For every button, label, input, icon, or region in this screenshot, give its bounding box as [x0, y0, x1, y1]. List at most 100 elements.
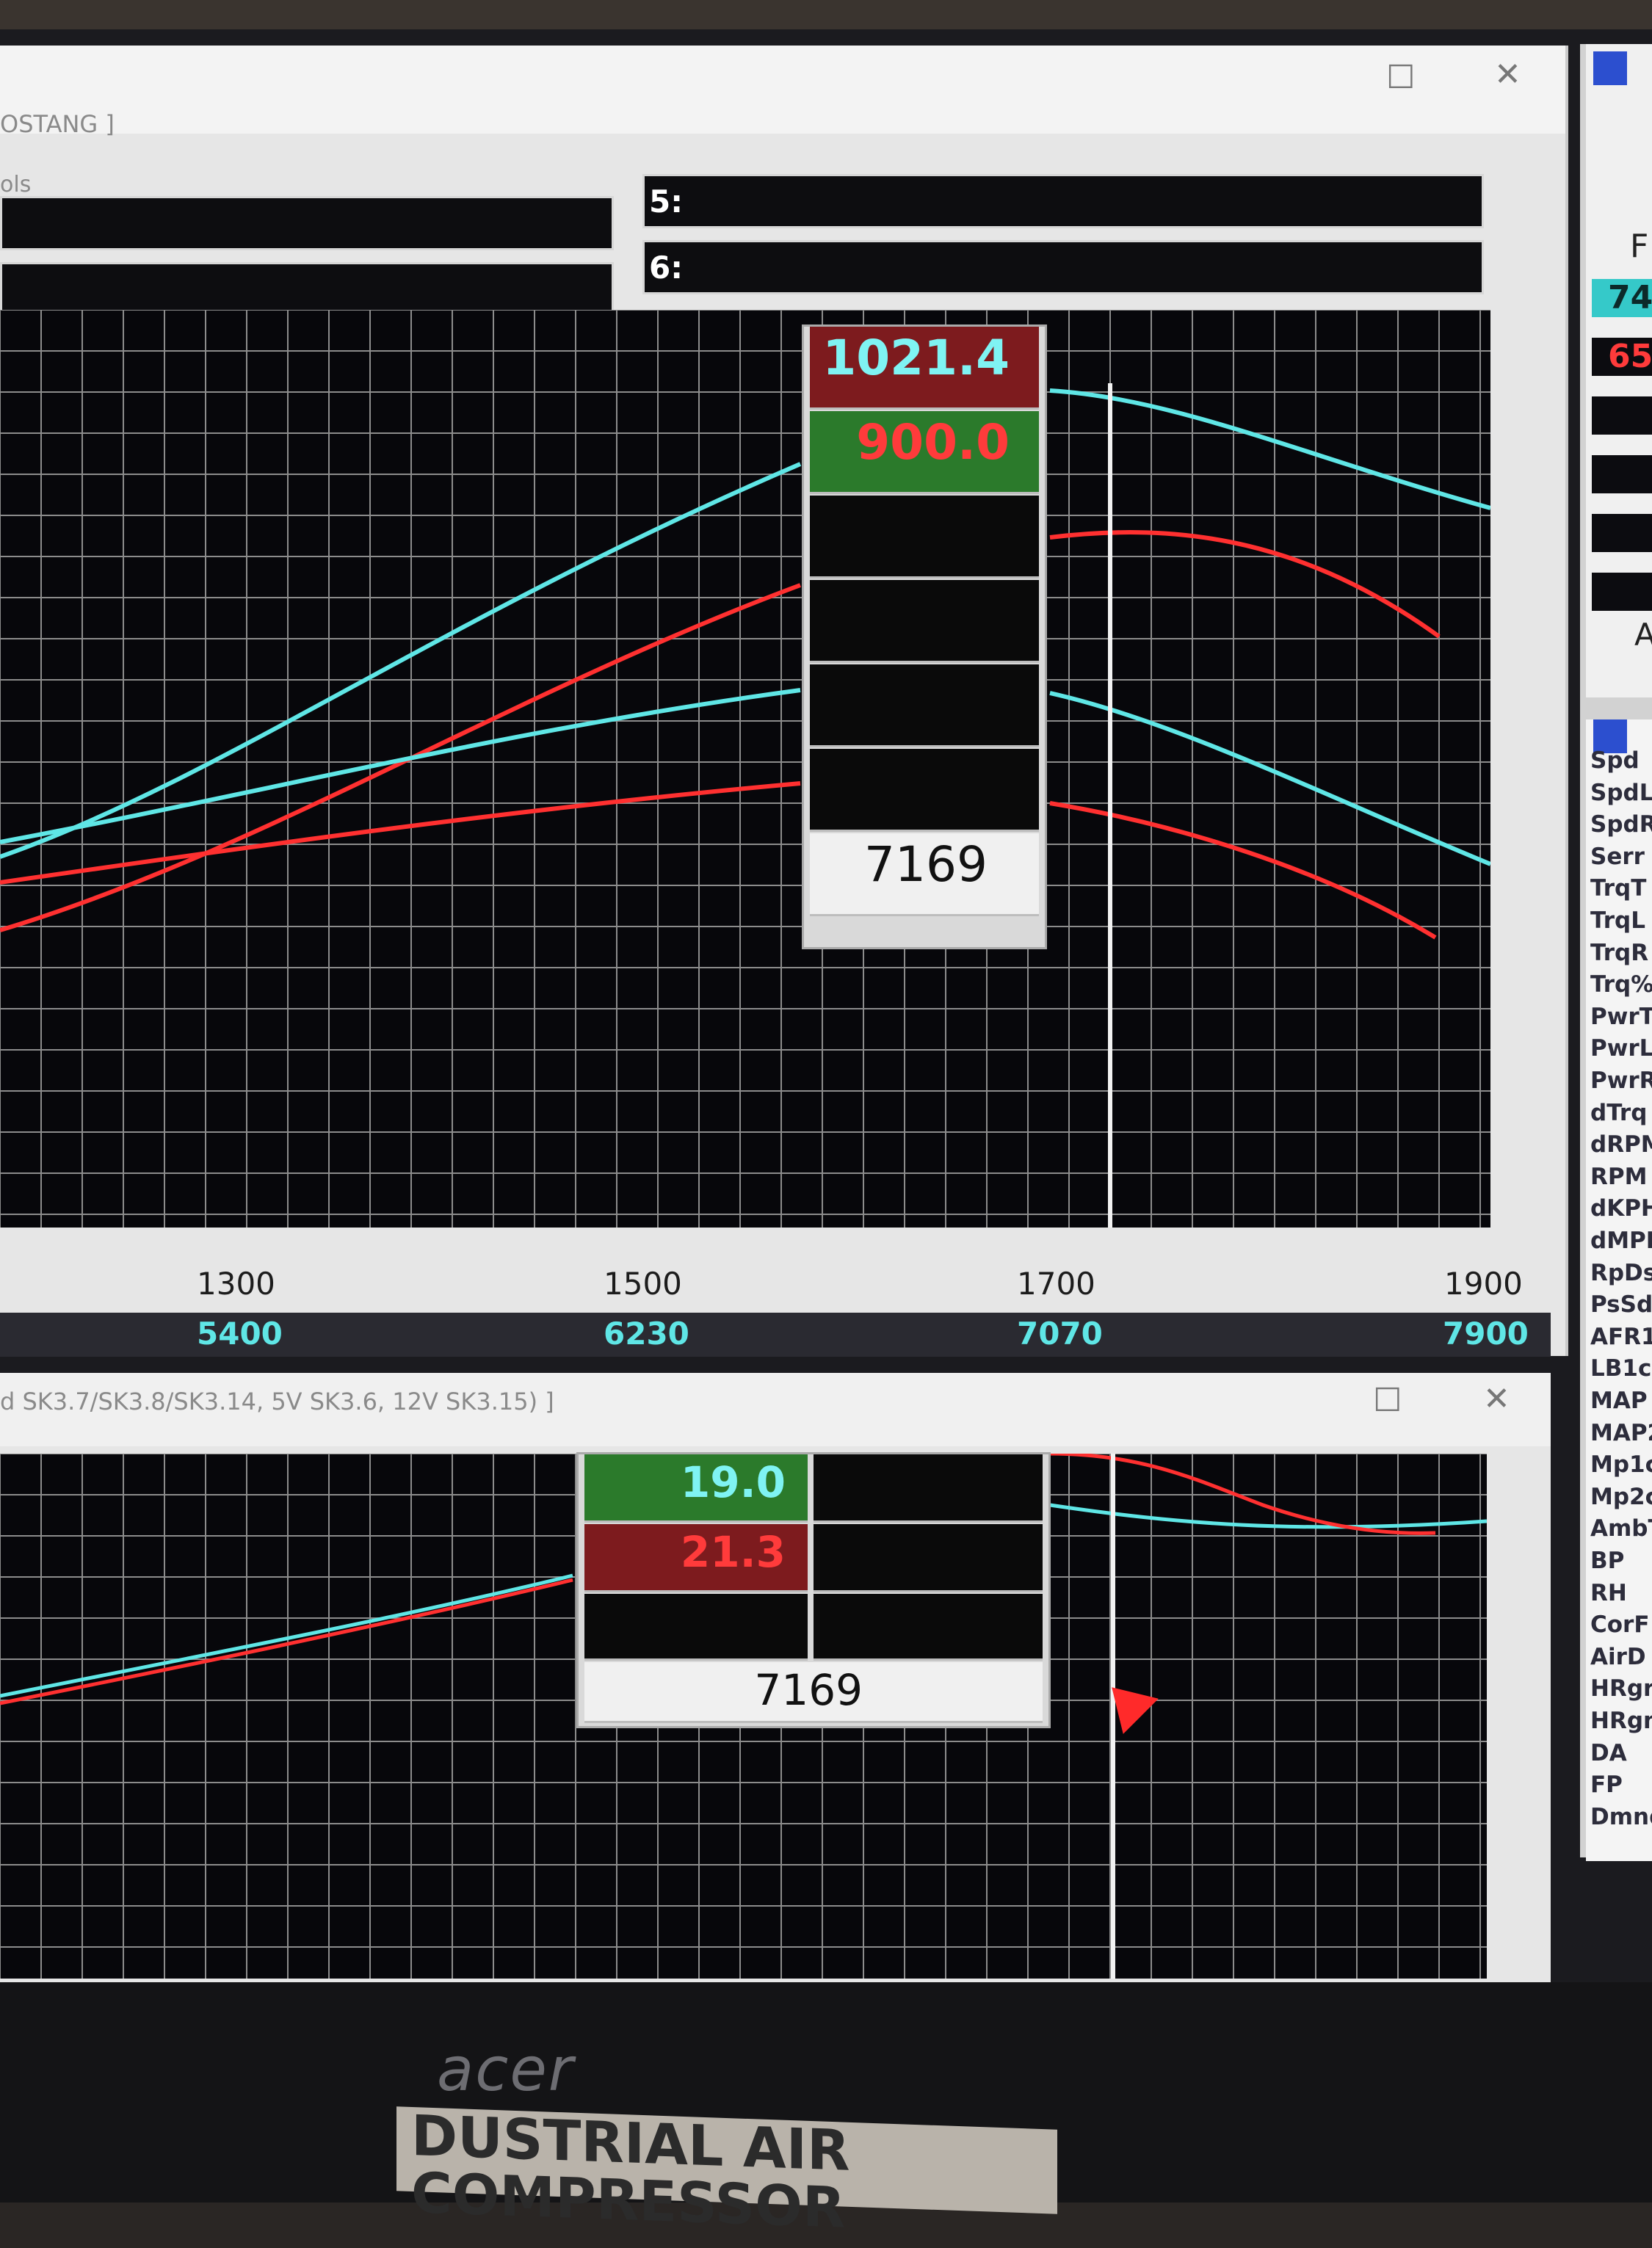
- title-bar: d SK3.7/SK3.8/SK3.14, 5V SK3.6, 12V SK3.…: [0, 1373, 1551, 1446]
- maximize-icon[interactable]: ☐: [1373, 1382, 1402, 1419]
- summary-row-empty: [1592, 514, 1652, 552]
- channel-item[interactable]: Trq%: [1590, 971, 1652, 998]
- channel-item[interactable]: dRPM: [1590, 1131, 1652, 1158]
- channel-item[interactable]: PwrR: [1590, 1067, 1652, 1094]
- cursor-readout-panel: 1021.4 900.0 7169: [802, 324, 1047, 949]
- readout-cell-empty: [810, 664, 1039, 747]
- readout-footer-value: 7169: [864, 836, 988, 893]
- close-icon[interactable]: ✕: [1483, 1380, 1510, 1418]
- channel-item[interactable]: TrqL: [1590, 907, 1645, 934]
- plot-svg: [0, 310, 1490, 1228]
- readout-cell-empty: [814, 1524, 1043, 1592]
- summary-value: 65: [1608, 338, 1652, 375]
- channel-item[interactable]: Spd: [1590, 747, 1640, 774]
- trace-red-power: [0, 530, 1441, 932]
- summary-value: 74: [1608, 279, 1652, 316]
- slot-label: 6:: [649, 250, 684, 286]
- readout-cell-empty: [814, 1594, 1043, 1661]
- channel-item[interactable]: RPM: [1590, 1164, 1647, 1190]
- channel-item[interactable]: AmbT: [1590, 1515, 1652, 1542]
- channel-item[interactable]: CorF: [1590, 1611, 1650, 1638]
- channel-item[interactable]: MAP: [1590, 1388, 1648, 1414]
- channel-item[interactable]: TrqR: [1590, 940, 1648, 966]
- app-icon: [1593, 51, 1627, 85]
- readout-value: 19.0: [680, 1457, 786, 1507]
- channel-item[interactable]: TrqT: [1590, 875, 1646, 902]
- channel-item[interactable]: MAP2: [1590, 1420, 1652, 1446]
- window-title: d SK3.7/SK3.8/SK3.14, 5V SK3.6, 12V SK3.…: [0, 1388, 554, 1415]
- readout-cell-empty: [810, 749, 1039, 832]
- readout-cell-empty: [810, 580, 1039, 663]
- readout-rpm-footer: 7169: [810, 833, 1039, 916]
- channel-item[interactable]: SpdL: [1590, 780, 1652, 806]
- channel-slot-6[interactable]: 6:: [642, 240, 1484, 294]
- summary-row: 74: [1592, 279, 1652, 317]
- channel-item[interactable]: HRgr: [1590, 1675, 1652, 1702]
- channel-item[interactable]: Serr: [1590, 844, 1645, 870]
- readout-footer-value: 7169: [754, 1665, 863, 1715]
- dyno-graph-window: OSTANG ] ☐ ✕ ols 5: 6: 1021.4 900.0 7169…: [0, 46, 1568, 1357]
- x-tick-speed: 7900: [1443, 1316, 1529, 1352]
- readout-rpm-footer: 7169: [584, 1662, 1043, 1723]
- channel-item[interactable]: PwrT: [1590, 1004, 1652, 1030]
- x-tick-speed: 7070: [1017, 1316, 1103, 1352]
- afr-graph-window: d SK3.7/SK3.8/SK3.14, 5V SK3.6, 12V SK3.…: [0, 1373, 1551, 1997]
- channel-item[interactable]: Mp2c: [1590, 1484, 1652, 1510]
- x-tick-speed: 5400: [197, 1316, 283, 1352]
- channel-side-panel: F 74 65 A Spd SpdL SpdR Serr TrqT TrqL TrqR Trq…: [1580, 44, 1652, 1861]
- channel-item[interactable]: RpDs: [1590, 1260, 1652, 1286]
- channel-item[interactable]: dTrq: [1590, 1100, 1647, 1126]
- readout-value: 1021.4: [822, 330, 1010, 386]
- speed-axis-strip: 5400 6230 7070 7900: [0, 1313, 1551, 1357]
- x-tick-rpm: 1900: [1444, 1266, 1523, 1302]
- menu-tools[interactable]: ols: [0, 172, 31, 197]
- channel-item[interactable]: Dmnd: [1590, 1804, 1652, 1830]
- maximize-icon[interactable]: ☐: [1386, 59, 1415, 96]
- channel-item[interactable]: PsSd: [1590, 1291, 1652, 1318]
- channel-slot-2[interactable]: [0, 262, 614, 316]
- channel-item[interactable]: AirD: [1590, 1644, 1646, 1670]
- summary-row: 65: [1592, 338, 1652, 376]
- readout-cell: 21.3: [584, 1524, 808, 1592]
- readout-cell-empty: [814, 1454, 1043, 1523]
- summary-row-empty: [1592, 455, 1652, 493]
- channel-slot-1[interactable]: [0, 196, 614, 250]
- readout-cell-empty: [810, 496, 1039, 579]
- x-tick-speed: 6230: [604, 1316, 689, 1352]
- channel-item[interactable]: PwrL: [1590, 1035, 1652, 1062]
- channel-item[interactable]: SpdR: [1590, 811, 1652, 838]
- trace-cyan-torque: [0, 688, 1490, 866]
- channel-item[interactable]: Mp1c: [1590, 1451, 1652, 1478]
- channel-item[interactable]: LB1c: [1590, 1355, 1651, 1382]
- channel-item[interactable]: FP: [1590, 1772, 1623, 1798]
- x-tick-rpm: 1700: [1017, 1266, 1095, 1302]
- summary-header: F: [1630, 228, 1649, 265]
- close-icon[interactable]: ✕: [1494, 56, 1521, 93]
- slot-label: 5:: [649, 184, 684, 220]
- summary-row-empty: [1592, 396, 1652, 435]
- summary-window: F 74 65 A: [1586, 44, 1652, 697]
- x-tick-rpm: 1500: [604, 1266, 682, 1302]
- readout-value: 21.3: [680, 1527, 786, 1577]
- monitor-brand-logo: acer: [437, 2035, 575, 2105]
- channel-item[interactable]: dKPH: [1590, 1195, 1652, 1222]
- channel-item[interactable]: RH: [1590, 1580, 1627, 1606]
- title-bar: OSTANG ] ☐ ✕: [0, 46, 1565, 138]
- readout-cell-empty: [584, 1594, 808, 1661]
- cursor-readout-panel: 19.0 21.3 7169: [576, 1452, 1051, 1728]
- power-torque-plot[interactable]: [0, 310, 1490, 1228]
- readout-cell: 19.0: [584, 1454, 808, 1523]
- channel-slot-5[interactable]: 5:: [642, 174, 1484, 228]
- channel-item[interactable]: AFR1: [1590, 1324, 1652, 1350]
- summary-footer[interactable]: A: [1634, 617, 1652, 653]
- channel-list: Spd SpdL SpdR Serr TrqT TrqL TrqR Trq% PwrT PwrL P…: [1586, 719, 1652, 1861]
- window-title: OSTANG ]: [0, 110, 115, 138]
- channel-item[interactable]: BP: [1590, 1548, 1624, 1574]
- summary-row-empty: [1592, 573, 1652, 611]
- x-tick-rpm: 1300: [197, 1266, 275, 1302]
- readout-cell: 1021.4: [810, 327, 1039, 410]
- channel-item[interactable]: DA: [1590, 1740, 1627, 1766]
- channel-item[interactable]: dMPH: [1590, 1228, 1652, 1254]
- channel-item[interactable]: HRgm: [1590, 1708, 1652, 1734]
- readout-value: 900.0: [856, 414, 1010, 471]
